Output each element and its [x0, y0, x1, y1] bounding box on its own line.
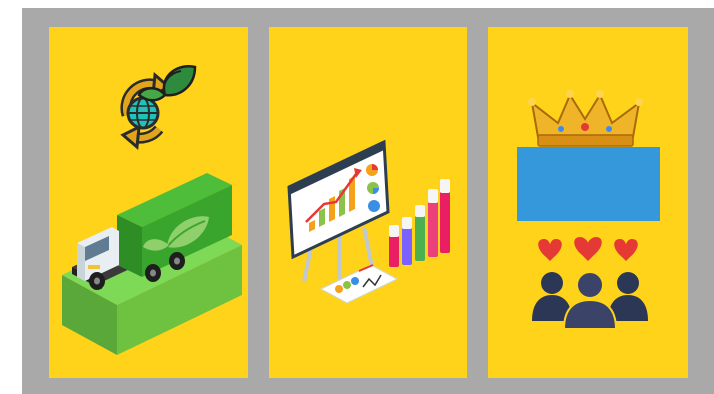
panel-sustainability — [49, 27, 248, 378]
recycle-globe-leaf-icon — [120, 64, 197, 151]
crown-icon — [528, 90, 643, 147]
panel-analytics — [269, 27, 467, 378]
background-frame — [22, 8, 714, 394]
highlight-box — [517, 147, 660, 221]
green-delivery-truck-icon — [62, 173, 242, 355]
customers-hearts-icon — [532, 237, 648, 330]
panel-customers — [488, 27, 688, 378]
report-sheet-icon — [319, 264, 399, 304]
